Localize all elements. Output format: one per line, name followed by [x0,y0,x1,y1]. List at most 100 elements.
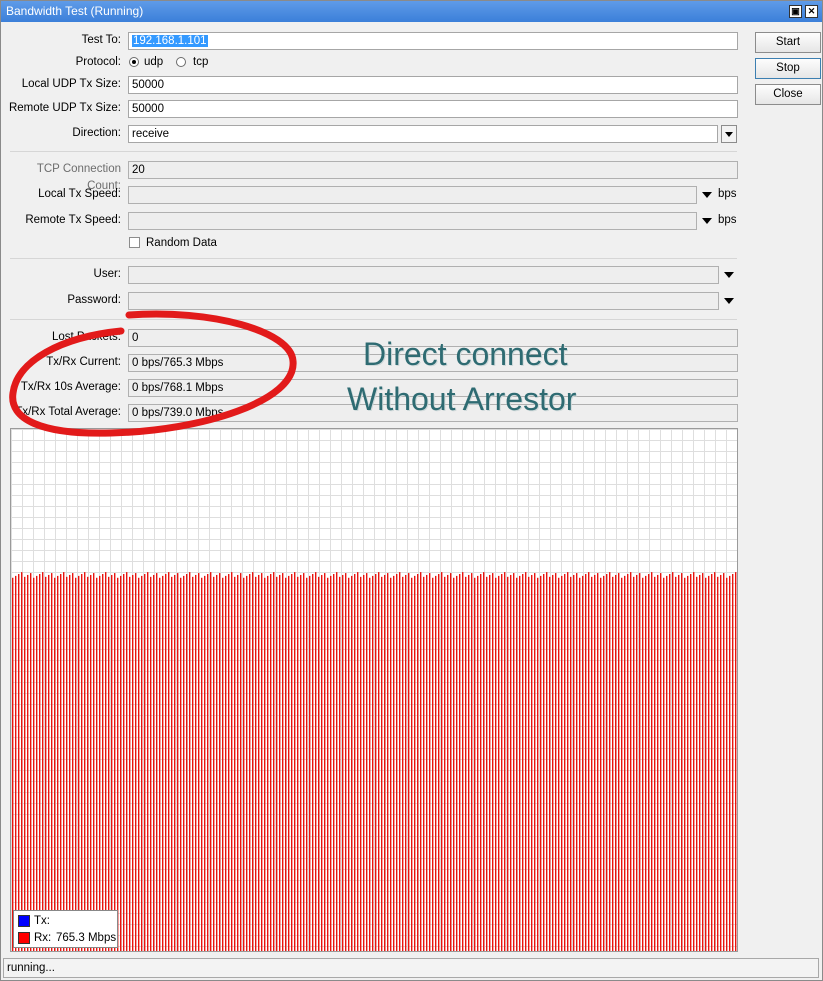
rx-bar [687,575,689,951]
rx-bar [396,574,398,951]
rx-bar [498,575,500,951]
rx-bar [399,572,401,951]
remote-tx-speed-input[interactable] [128,212,697,230]
protocol-tcp-label: tcp [193,56,209,68]
rx-bar [141,575,143,951]
rx-bar [108,576,110,951]
rx-bar [627,574,629,951]
user-dropdown-icon[interactable] [724,272,734,278]
rx-bar [516,577,518,951]
rx-bar [132,574,134,951]
direction-select[interactable]: receive [128,125,718,143]
rx-bar [663,577,665,951]
rx-bar [528,576,530,951]
remote-udp-tx-size-input[interactable]: 50000 [128,100,738,118]
rx-bar [312,574,314,951]
rx-bar [201,577,203,951]
rx-bar [561,575,563,951]
test-to-input[interactable]: 192.168.1.101 [128,32,738,50]
rx-bar [597,573,599,951]
rx-bar [351,575,353,951]
test-to-value: 192.168.1.101 [132,35,208,47]
remote-tx-speed-unit: bps [718,214,737,226]
rx-bar [174,574,176,951]
rx-legend-label: Rx: [34,932,52,944]
random-data-checkbox[interactable] [129,237,140,248]
rx-bar [189,572,191,951]
tx-legend-swatch [18,915,30,927]
rx-bar [168,572,170,951]
rx-bar [273,572,275,951]
protocol-udp-radio[interactable] [129,57,139,67]
rx-bar [78,575,80,951]
rx-bar [162,575,164,951]
rx-bar [408,573,410,951]
window-title: Bandwidth Test (Running) [6,4,144,18]
rx-bar [375,574,377,951]
rx-bar [711,574,713,951]
rx-bar [69,574,71,951]
rx-bar [186,574,188,951]
rx-bar [546,572,548,951]
rx-bar [339,576,341,951]
local-udp-tx-size-input[interactable]: 50000 [128,76,738,94]
rx-bar [39,574,41,951]
rx-bar [333,574,335,951]
password-dropdown-icon[interactable] [724,298,734,304]
local-tx-speed-dropdown-icon[interactable] [702,192,712,198]
rx-bar [318,576,320,951]
rx-bar [114,573,116,951]
rx-bar [573,574,575,951]
rx-bar [306,577,308,951]
rx-bar [480,574,482,951]
rx-bar [606,574,608,951]
rx-bar [303,573,305,951]
rx-bar [144,574,146,951]
close-window-icon[interactable]: ✕ [805,5,818,18]
rx-bar [342,574,344,951]
rx-bar [384,574,386,951]
rx-bar [417,574,419,951]
rx-bar [243,577,245,951]
rx-bar [624,575,626,951]
tcp-connection-count-input[interactable]: 20 [128,161,738,179]
rx-bar [240,573,242,951]
rx-bar [714,572,716,951]
rx-bar [702,573,704,951]
remote-tx-speed-dropdown-icon[interactable] [702,218,712,224]
user-input[interactable] [128,266,719,284]
rx-bar [567,572,569,951]
stop-button[interactable]: Stop [755,58,821,79]
rx-bar [654,576,656,951]
rx-bar [33,577,35,951]
rx-bar [675,576,677,951]
rx-bar [585,574,587,951]
rx-bar [264,577,266,951]
rx-bar [96,577,98,951]
protocol-label: Protocol: [75,56,121,68]
test-to-label: Test To: [81,34,121,46]
rx-bar [309,575,311,951]
restore-icon[interactable]: ▣ [789,5,802,18]
rx-bar [444,576,446,951]
local-tx-speed-unit: bps [718,188,737,200]
graph-legend: Tx: Rx: 765.3 Mbps [13,910,118,948]
rx-bar [99,575,101,951]
rx-bar [165,574,167,951]
rx-bar [219,573,221,951]
local-tx-speed-input[interactable] [128,186,697,204]
protocol-tcp-radio[interactable] [176,57,186,67]
rx-bar [696,576,698,951]
rx-bar [324,573,326,951]
rx-bar [423,576,425,951]
rx-bar [222,577,224,951]
rx-bar [117,577,119,951]
rx-bar [90,574,92,951]
rx-bar [348,577,350,951]
rx-bar [717,576,719,951]
close-button[interactable]: Close [755,84,821,105]
rx-bar [657,574,659,951]
rx-bar [288,575,290,951]
start-button[interactable]: Start [755,32,821,53]
direction-dropdown-button[interactable] [721,125,737,143]
